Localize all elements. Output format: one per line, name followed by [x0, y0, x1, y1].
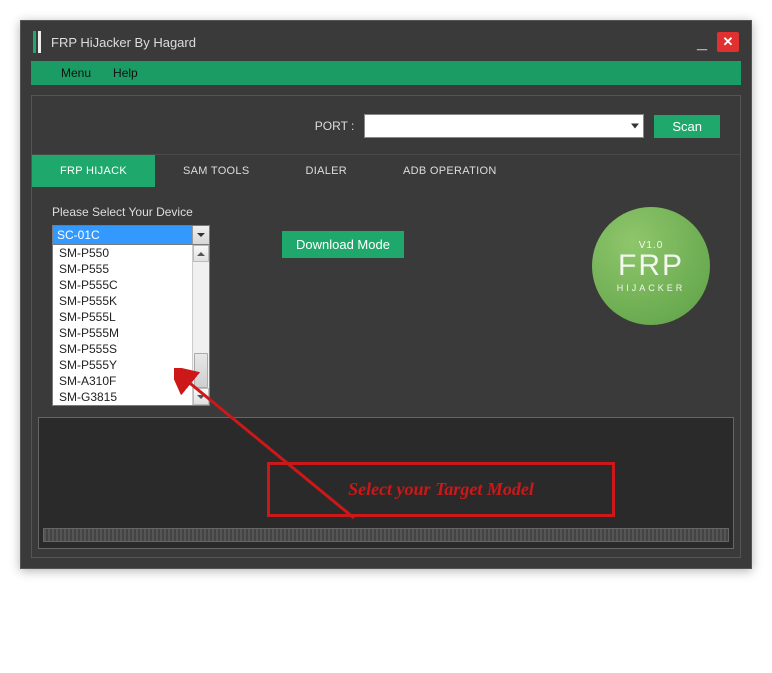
menu-menu[interactable]: Menu: [61, 63, 91, 83]
close-button[interactable]: ✕: [717, 32, 739, 52]
port-row: PORT : Scan: [32, 96, 740, 154]
menubar: Menu Help: [31, 61, 741, 85]
device-option[interactable]: SM-P555C: [53, 277, 192, 293]
port-label: PORT :: [315, 119, 355, 133]
scroll-up-icon[interactable]: [193, 245, 209, 262]
device-option[interactable]: SM-P550: [53, 245, 192, 261]
device-option[interactable]: SM-P555S: [53, 341, 192, 357]
tab-frp-hijack[interactable]: FRP HIJACK: [32, 155, 155, 187]
scrollbar[interactable]: [192, 245, 209, 405]
scroll-track[interactable]: [193, 262, 209, 388]
menu-help[interactable]: Help: [113, 63, 138, 83]
device-option-list: SM-P550 SM-P555 SM-P555C SM-P555K SM-P55…: [52, 245, 210, 406]
device-option[interactable]: SM-P555Y: [53, 357, 192, 373]
annotation-callout: Select your Target Model: [267, 462, 615, 517]
device-option[interactable]: SM-P555: [53, 261, 192, 277]
app-window: FRP HiJacker By Hagard _ ✕ Menu Help POR…: [20, 20, 752, 569]
logo-sub-text: HIJACKER: [617, 283, 686, 293]
tab-bar: FRP HIJACK SAM TOOLS DIALER ADB OPERATIO…: [32, 154, 740, 187]
device-option[interactable]: SM-P555L: [53, 309, 192, 325]
chevron-down-icon[interactable]: [192, 226, 209, 244]
scan-button[interactable]: Scan: [654, 115, 720, 138]
tab-dialer[interactable]: DIALER: [277, 155, 375, 187]
device-option[interactable]: SM-G3815: [53, 389, 192, 405]
chevron-down-icon: [631, 124, 639, 129]
scroll-thumb[interactable]: [194, 353, 208, 388]
logo-main-text: FRP: [618, 251, 684, 281]
progress-bar: [43, 528, 729, 542]
main-panel: PORT : Scan FRP HIJACK SAM TOOLS DIALER …: [31, 95, 741, 558]
device-dropdown[interactable]: SC-01C SM-P550 SM-P555 SM-P555C SM-P555K…: [52, 225, 210, 245]
device-selected-value[interactable]: SC-01C: [52, 225, 210, 245]
download-mode-button[interactable]: Download Mode: [282, 231, 404, 258]
device-option[interactable]: SM-A310F: [53, 373, 192, 389]
minimize-button[interactable]: _: [697, 37, 707, 47]
tab-sam-tools[interactable]: SAM TOOLS: [155, 155, 277, 187]
app-logo: V1.0 FRP HIJACKER: [592, 207, 710, 325]
app-icon: [33, 31, 41, 53]
scroll-down-icon[interactable]: [193, 388, 209, 405]
content-area: Please Select Your Device SC-01C SM-P550…: [32, 187, 740, 417]
port-select[interactable]: [364, 114, 644, 138]
device-option[interactable]: SM-P555M: [53, 325, 192, 341]
titlebar: FRP HiJacker By Hagard _ ✕: [21, 21, 751, 61]
log-panel: Select your Target Model: [38, 417, 734, 549]
device-option[interactable]: SM-P555K: [53, 293, 192, 309]
window-title: FRP HiJacker By Hagard: [51, 35, 697, 50]
tab-adb-operation[interactable]: ADB OPERATION: [375, 155, 525, 187]
